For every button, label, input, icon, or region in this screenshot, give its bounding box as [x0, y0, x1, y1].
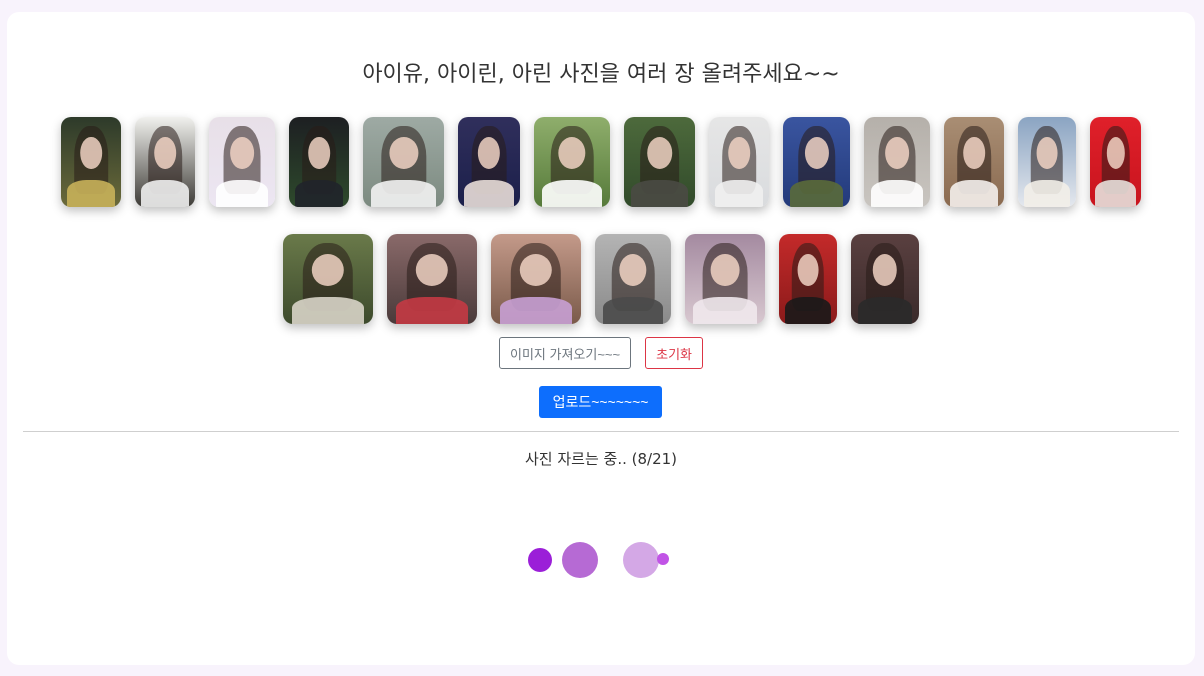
photo-gallery-row-2 — [7, 234, 1195, 324]
photo-subject — [693, 297, 757, 324]
upload-button[interactable]: 업로드~~~~~~~ — [539, 386, 662, 418]
photo-subject — [715, 180, 763, 207]
photo-thumbnail — [685, 234, 765, 324]
photo-thumbnail — [864, 117, 930, 207]
loader-dot-2 — [562, 542, 598, 578]
photo-subject — [464, 180, 514, 207]
photo-subject — [602, 297, 664, 324]
loader-dot-4 — [657, 553, 669, 565]
photo-thumbnail — [1090, 117, 1141, 207]
photo-thumbnail — [595, 234, 671, 324]
photo-thumbnail — [209, 117, 275, 207]
photo-thumbnail — [387, 234, 477, 324]
loader-dot-3 — [623, 542, 659, 578]
photo-thumbnail — [135, 117, 195, 207]
photo-subject — [292, 297, 364, 324]
photo-thumbnail — [944, 117, 1004, 207]
photo-subject — [500, 297, 572, 324]
photo-subject — [396, 297, 468, 324]
main-card: 아이유, 아이린, 아린 사진을 여러 장 올려주세요~~ 이미지 가져오기~~… — [7, 12, 1195, 665]
photo-thumbnail — [289, 117, 349, 207]
photo-subject — [789, 180, 844, 207]
photo-thumbnail — [363, 117, 444, 207]
photo-subject — [1023, 180, 1071, 207]
photo-thumbnail — [1018, 117, 1076, 207]
photo-subject — [631, 180, 688, 207]
photo-thumbnail — [458, 117, 520, 207]
photo-subject — [215, 180, 269, 207]
photo-subject — [67, 180, 115, 207]
photo-subject — [371, 180, 436, 207]
reset-button[interactable]: 초기화 — [645, 337, 703, 369]
photo-subject — [870, 180, 924, 207]
divider — [23, 431, 1179, 432]
photo-thumbnail — [709, 117, 769, 207]
photo-thumbnail — [851, 234, 919, 324]
photo-subject — [1095, 180, 1136, 207]
photo-gallery-row-1 — [7, 117, 1195, 207]
page-title: 아이유, 아이린, 아린 사진을 여러 장 올려주세요~~ — [362, 62, 840, 87]
photo-thumbnail — [61, 117, 121, 207]
photo-thumbnail — [624, 117, 695, 207]
photo-subject — [541, 180, 603, 207]
photo-thumbnail — [283, 234, 373, 324]
loader-dot-1 — [528, 548, 552, 572]
status-text: 사진 자르는 중.. (8/21) — [524, 450, 678, 468]
photo-subject — [857, 297, 913, 324]
photo-thumbnail — [783, 117, 850, 207]
photo-subject — [141, 180, 189, 207]
photo-subject — [950, 180, 998, 207]
import-images-button[interactable]: 이미지 가져오기~~~ — [499, 337, 632, 369]
photo-thumbnail — [534, 117, 610, 207]
action-buttons: 이미지 가져오기~~~ 초기화 — [7, 337, 1195, 369]
photo-thumbnail — [491, 234, 581, 324]
photo-subject — [295, 180, 343, 207]
photo-thumbnail — [779, 234, 837, 324]
photo-subject — [784, 297, 832, 324]
